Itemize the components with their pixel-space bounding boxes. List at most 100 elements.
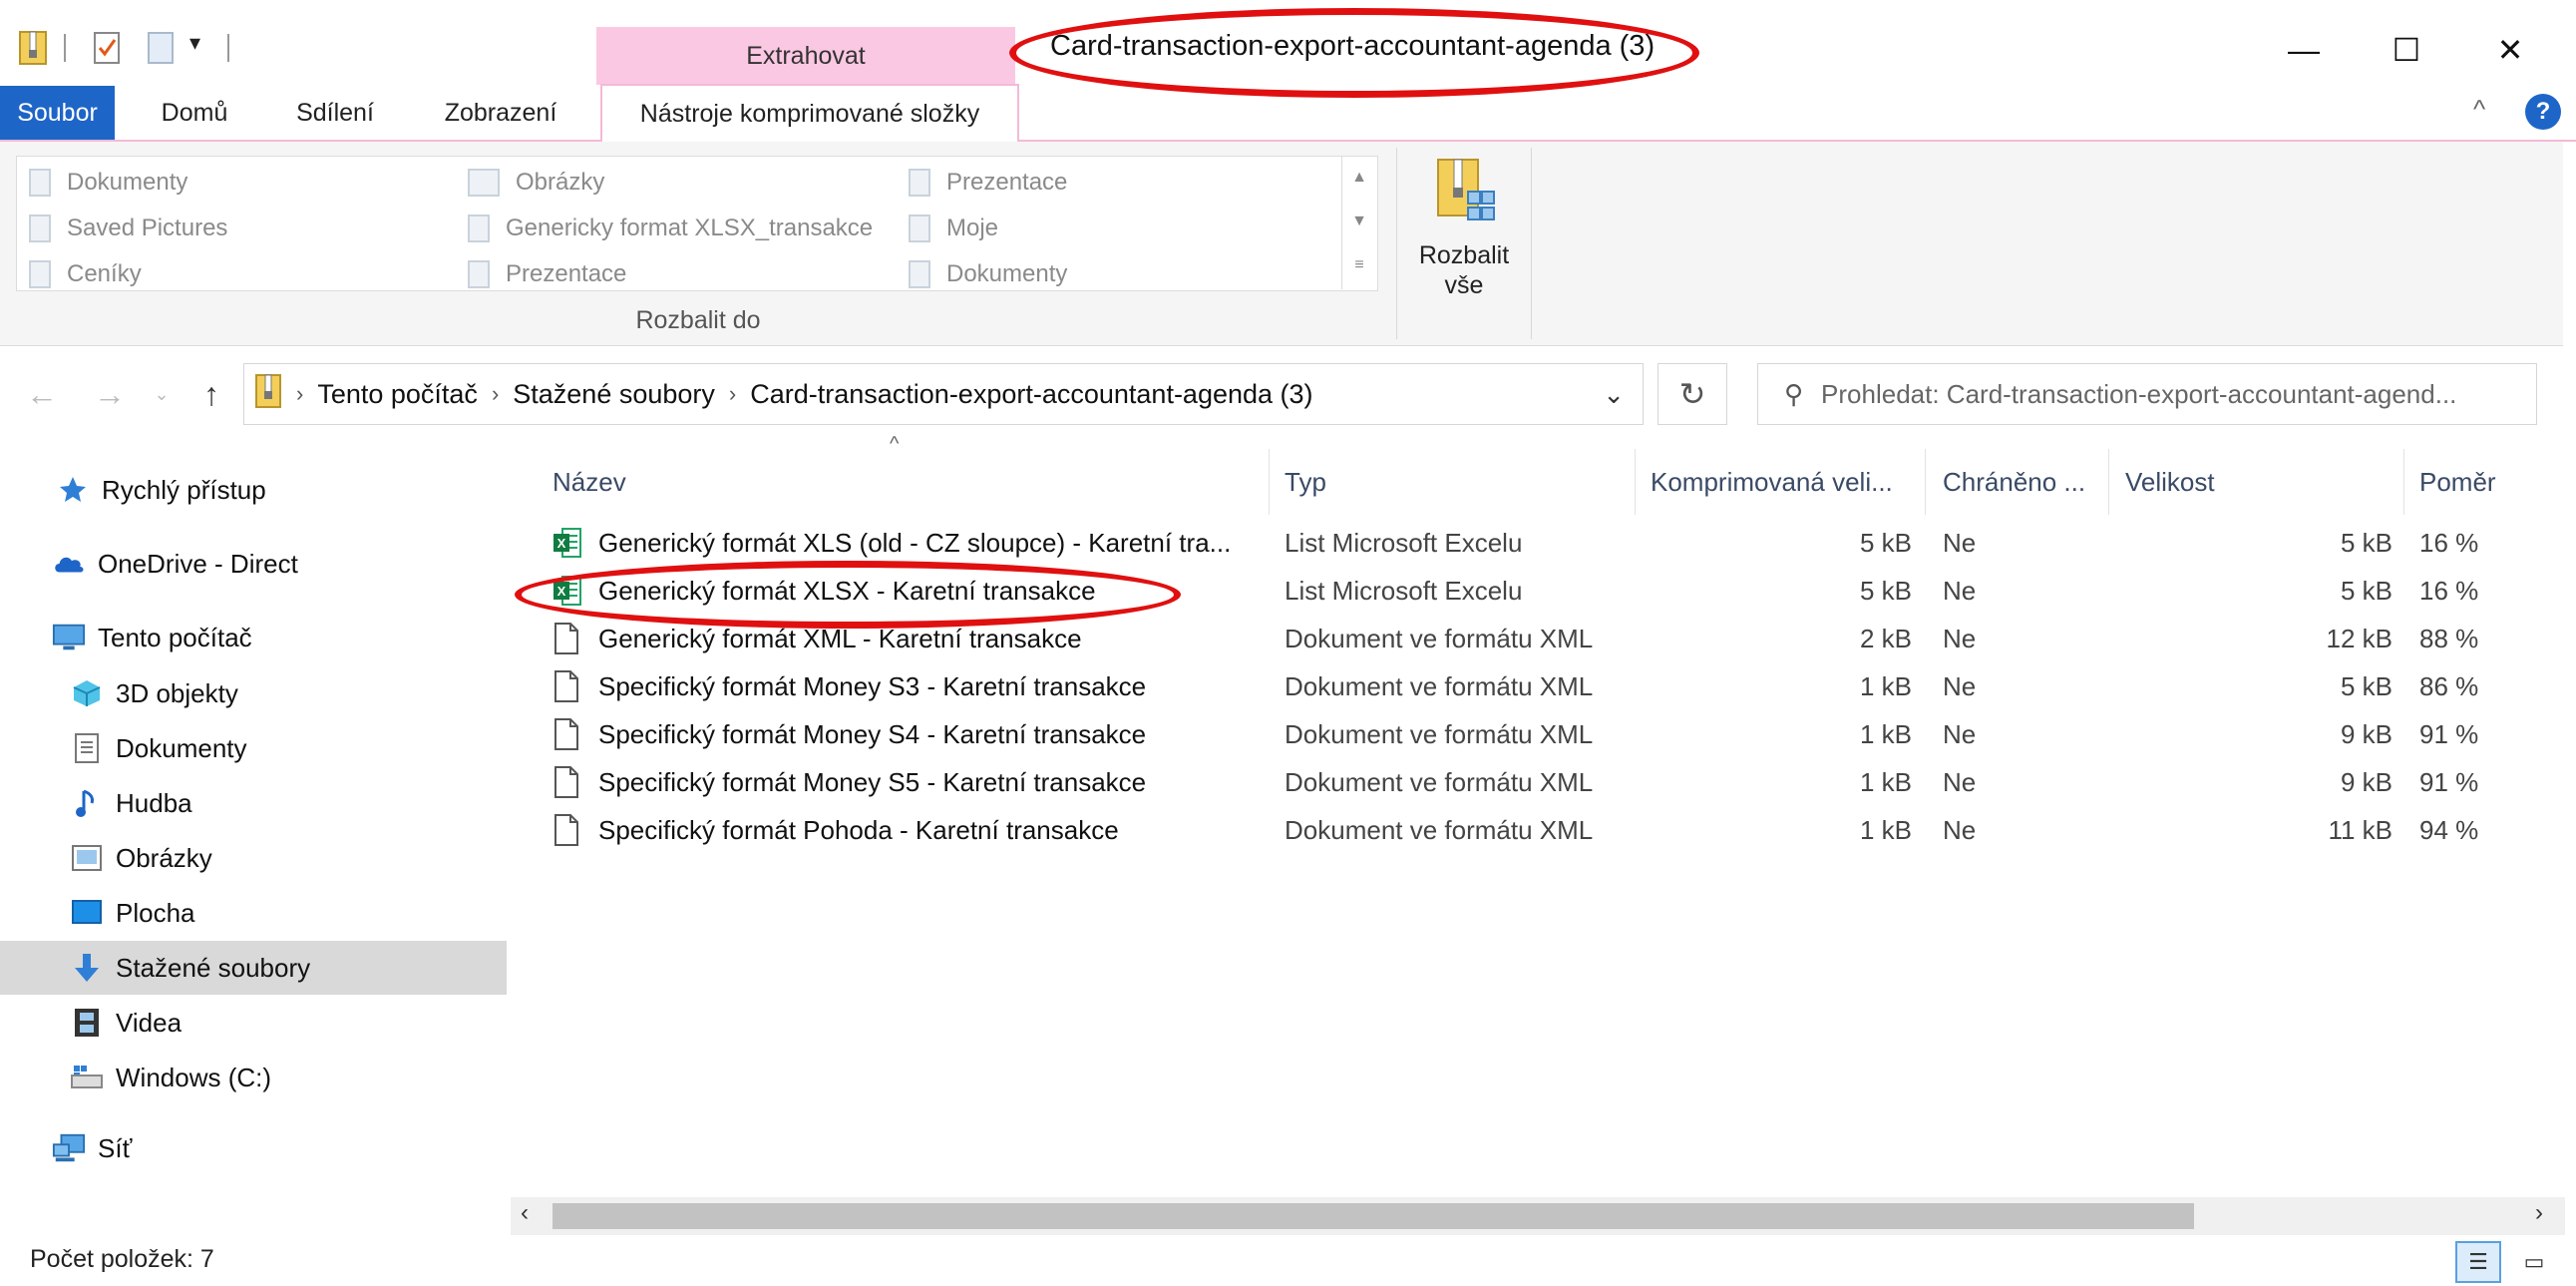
file-row[interactable]: Specifický formát Money S5 - Karetní tra… [511, 758, 2565, 806]
gallery-item[interactable]: Moje [909, 209, 998, 248]
column-header-compressed-size[interactable]: Komprimovaná veli... [1651, 457, 1940, 507]
gallery-item[interactable]: Genericky format XLSX_transakce [468, 209, 873, 248]
new-folder-icon[interactable] [146, 30, 176, 66]
details-view-icon[interactable]: ☰ [2455, 1241, 2501, 1283]
collapse-ribbon-icon[interactable]: ^ [2473, 94, 2485, 125]
file-row[interactable]: Specifický formát Money S4 - Karetní tra… [511, 710, 2565, 758]
column-header-protected[interactable]: Chráněno ... [1943, 457, 2102, 507]
title-bar: ▾ Card-transaction-export-accountant-age… [0, 0, 2576, 100]
nav-quick-access[interactable]: Rychlý přístup [0, 463, 507, 517]
column-header-type[interactable]: Typ [1285, 457, 1484, 507]
gallery-item[interactable]: Ceníky [29, 254, 142, 294]
file-row[interactable]: Specifický formát Money S3 - Karetní tra… [511, 662, 2565, 710]
breadcrumb-separator-icon[interactable]: › [492, 381, 499, 407]
nav-onedrive[interactable]: OneDrive - Direct [0, 537, 507, 591]
nav-3d-objects[interactable]: 3D objekty [0, 666, 507, 720]
gallery-item[interactable]: Obrázky [468, 163, 604, 203]
gallery-more-icon[interactable]: ≡ [1342, 243, 1376, 287]
breadcrumb-downloads[interactable]: Stažené soubory [513, 379, 715, 410]
properties-icon[interactable] [92, 30, 122, 66]
file-size: 12 kB [2326, 623, 2393, 653]
file-type: Dokument ve formátu XML [1285, 670, 1594, 701]
file-name[interactable]: Specifický formát Pohoda - Karetní trans… [552, 806, 1266, 854]
gallery-item[interactable]: Dokumenty [909, 254, 1067, 294]
address-bar[interactable]: › Tento počítač › Stažené soubory › Card… [243, 363, 1644, 425]
column-divider[interactable] [2108, 449, 2109, 515]
minimize-button[interactable]: — [2269, 20, 2339, 80]
breadcrumb-separator-icon[interactable]: › [296, 381, 303, 407]
close-button[interactable]: ✕ [2475, 20, 2545, 80]
nav-network[interactable]: Síť [0, 1121, 507, 1175]
breadcrumb-current-folder[interactable]: Card-transaction-export-accountant-agend… [750, 379, 1312, 410]
column-header-name[interactable]: Název [552, 457, 951, 507]
horizontal-scrollbar[interactable]: ‹ › [511, 1197, 2565, 1235]
column-header-ratio[interactable]: Poměr [2419, 457, 2549, 507]
file-row[interactable]: X Generický formát XLS (old - CZ sloupce)… [511, 519, 2565, 567]
item-count: Počet položek: 7 [30, 1245, 214, 1273]
file-compressed-size: 5 kB [1859, 527, 1912, 558]
file-compressed-size: 1 kB [1859, 766, 1912, 797]
search-input[interactable]: Prohledat: Card-transaction-export-accou… [1821, 379, 2456, 410]
file-name[interactable]: Generický formát XML - Karetní transakce [552, 615, 1266, 662]
nav-pictures[interactable]: Obrázky [0, 831, 507, 885]
column-divider[interactable] [1635, 449, 1636, 515]
file-name[interactable]: Specifický formát Money S3 - Karetní tra… [552, 662, 1266, 710]
extract-destination-gallery: Dokumenty Saved Pictures Ceníky Obrázky … [16, 156, 1378, 291]
tab-compressed-folder-tools[interactable]: Nástroje komprimované složky [600, 84, 1019, 142]
file-row[interactable]: X Generický formát XLSX - Karetní transak… [511, 567, 2565, 615]
column-divider[interactable] [1269, 449, 1270, 515]
documents-icon [70, 732, 104, 764]
large-icons-view-icon[interactable]: ▭ [2511, 1241, 2557, 1283]
file-ratio: 88 % [2419, 623, 2479, 653]
scroll-right-icon[interactable]: › [2535, 1199, 2543, 1227]
qat-dropdown-icon[interactable]: ▾ [189, 30, 200, 56]
file-name[interactable]: Specifický formát Money S4 - Karetní tra… [552, 710, 1266, 758]
forward-arrow-icon[interactable]: → [88, 371, 132, 417]
file-protected: Ne [1943, 766, 1977, 797]
tab-share[interactable]: Sdílení [275, 86, 395, 140]
file-name[interactable]: Specifický formát Money S5 - Karetní tra… [552, 758, 1266, 806]
breadcrumb-this-pc[interactable]: Tento počítač [317, 379, 478, 410]
up-arrow-icon[interactable]: ↑ [189, 371, 233, 417]
search-box[interactable]: ⚲ Prohledat: Card-transaction-export-acc… [1757, 363, 2537, 425]
file-row[interactable]: Specifický formát Pohoda - Karetní trans… [511, 806, 2565, 854]
folder-icon [909, 169, 930, 197]
gallery-scroll-down-icon[interactable]: ▼ [1342, 200, 1376, 243]
column-divider[interactable] [1925, 449, 1926, 515]
nav-this-pc[interactable]: Tento počítač [0, 611, 507, 664]
nav-documents[interactable]: Dokumenty [0, 721, 507, 775]
tab-file[interactable]: Soubor [0, 86, 115, 140]
tab-view[interactable]: Zobrazení [421, 86, 580, 140]
nav-desktop[interactable]: Plocha [0, 886, 507, 940]
zip-folder-icon [254, 373, 282, 416]
breadcrumb-separator-icon[interactable]: › [729, 381, 736, 407]
file-row[interactable]: Generický formát XML - Karetní transakce… [511, 615, 2565, 662]
extract-all-button[interactable]: Rozbalit vše [1404, 156, 1524, 305]
scroll-left-icon[interactable]: ‹ [521, 1199, 529, 1227]
back-arrow-icon[interactable]: ← [20, 371, 64, 417]
gallery-item[interactable]: Saved Pictures [29, 209, 227, 248]
qat-divider [64, 34, 66, 62]
nav-windows-drive[interactable]: Windows (C:) [0, 1051, 507, 1104]
gallery-item[interactable]: Prezentace [909, 163, 1067, 203]
file-name[interactable]: X Generický formát XLSX - Karetní transak… [552, 567, 1266, 615]
maximize-button[interactable]: ☐ [2372, 20, 2441, 80]
column-header-size[interactable]: Velikost [2125, 457, 2325, 507]
gallery-item[interactable]: Prezentace [468, 254, 626, 294]
nav-music[interactable]: Hudba [0, 776, 507, 830]
gallery-item[interactable]: Dokumenty [29, 163, 187, 203]
tab-home[interactable]: Domů [140, 86, 249, 140]
file-size: 5 kB [2340, 670, 2392, 701]
gallery-scroll-up-icon[interactable]: ▲ [1342, 156, 1376, 200]
nav-downloads[interactable]: Stažené soubory [0, 941, 507, 995]
file-name[interactable]: X Generický formát XLS (old - CZ sloupce)… [552, 519, 1266, 567]
zip-folder-icon[interactable] [18, 30, 48, 66]
address-dropdown-icon[interactable]: ⌄ [1603, 379, 1625, 410]
scrollbar-thumb[interactable] [552, 1203, 2194, 1229]
recent-locations-icon[interactable]: ⌄ [150, 371, 174, 417]
column-divider[interactable] [2403, 449, 2404, 515]
file-compressed-size: 1 kB [1859, 814, 1912, 845]
refresh-button[interactable]: ↻ [1657, 363, 1727, 425]
nav-videos[interactable]: Videa [0, 996, 507, 1050]
help-icon[interactable]: ? [2525, 94, 2561, 130]
